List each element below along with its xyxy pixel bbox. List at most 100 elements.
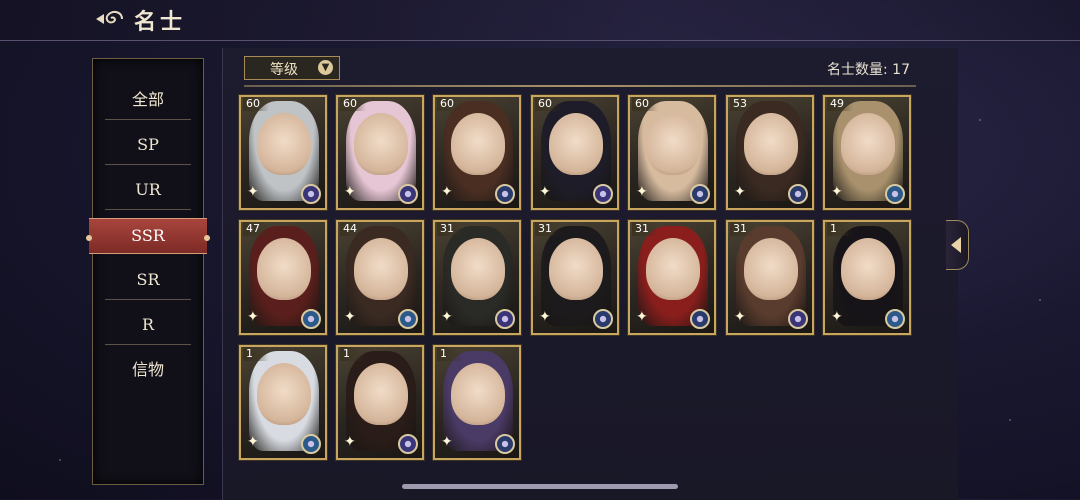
divider bbox=[105, 209, 191, 210]
sparkle-icon: ✦ bbox=[539, 309, 551, 325]
level-label: 1 bbox=[437, 347, 463, 361]
level-label: 60 bbox=[632, 97, 658, 111]
portrait-face bbox=[451, 113, 505, 175]
portrait-face bbox=[257, 113, 311, 175]
sparkle-icon: ✦ bbox=[247, 184, 259, 200]
filter-sp[interactable]: SP bbox=[93, 126, 203, 164]
home-indicator bbox=[402, 484, 678, 489]
top-bar: 名士 bbox=[0, 0, 1080, 41]
level-label: 49 bbox=[827, 97, 853, 111]
chevron-down-icon: ▼ bbox=[318, 60, 333, 75]
level-label: 60 bbox=[243, 97, 269, 111]
character-card[interactable]: ✦ 53 bbox=[726, 95, 814, 210]
level-label: 60 bbox=[437, 97, 463, 111]
level-label: 31 bbox=[632, 222, 658, 236]
filter-ssr[interactable]: SSR bbox=[86, 218, 210, 254]
faction-badge-icon bbox=[593, 309, 613, 329]
faction-badge-icon bbox=[788, 309, 808, 329]
faction-badge-icon bbox=[301, 309, 321, 329]
divider bbox=[105, 164, 191, 165]
page-title: 名士 bbox=[134, 9, 187, 35]
sparkle-icon: ✦ bbox=[734, 309, 746, 325]
portrait-face bbox=[451, 238, 505, 300]
sparkle-icon: ✦ bbox=[247, 309, 259, 325]
portrait-face bbox=[257, 363, 311, 425]
filter-r[interactable]: R bbox=[93, 306, 203, 344]
portrait-face bbox=[744, 113, 798, 175]
level-label: 53 bbox=[730, 97, 756, 111]
faction-badge-icon bbox=[885, 309, 905, 329]
faction-badge-icon bbox=[398, 434, 418, 454]
sparkle-icon: ✦ bbox=[441, 434, 453, 450]
portrait-face bbox=[744, 238, 798, 300]
faction-badge-icon bbox=[690, 184, 710, 204]
level-label: 31 bbox=[437, 222, 463, 236]
filter-all[interactable]: 全部 bbox=[93, 81, 203, 119]
portrait-face bbox=[354, 238, 408, 300]
portrait-face bbox=[646, 113, 700, 175]
portrait-face bbox=[451, 363, 505, 425]
character-card[interactable]: ✦ 47 bbox=[239, 220, 327, 335]
portrait-face bbox=[646, 238, 700, 300]
character-card[interactable]: ✦ 1 bbox=[239, 345, 327, 460]
character-card[interactable]: ✦ 1 bbox=[433, 345, 521, 460]
filter-token[interactable]: 信物 bbox=[93, 351, 203, 389]
character-card[interactable]: ✦ 1 bbox=[823, 220, 911, 335]
faction-badge-icon bbox=[885, 184, 905, 204]
character-card[interactable]: ✦ 31 bbox=[628, 220, 716, 335]
filter-ur[interactable]: UR bbox=[93, 171, 203, 209]
faction-badge-icon bbox=[301, 434, 321, 454]
sparkle-icon: ✦ bbox=[734, 184, 746, 200]
divider bbox=[105, 119, 191, 120]
sparkle-icon: ✦ bbox=[636, 309, 648, 325]
character-card[interactable]: ✦ 60 bbox=[531, 95, 619, 210]
level-label: 31 bbox=[535, 222, 561, 236]
level-label: 47 bbox=[243, 222, 269, 236]
portrait-face bbox=[841, 113, 895, 175]
roster-count: 名士数量: 17 bbox=[827, 62, 910, 78]
faction-badge-icon bbox=[593, 184, 613, 204]
sparkle-icon: ✦ bbox=[344, 309, 356, 325]
portrait-face bbox=[549, 113, 603, 175]
level-label: 60 bbox=[535, 97, 561, 111]
character-card[interactable]: ✦ 31 bbox=[531, 220, 619, 335]
sort-label: 等级 bbox=[270, 62, 298, 78]
divider bbox=[105, 299, 191, 300]
character-card[interactable]: ✦ 60 bbox=[433, 95, 521, 210]
sparkle-icon: ✦ bbox=[441, 309, 453, 325]
rarity-filter-menu: 全部 SP UR SSR SR R 信物 bbox=[86, 58, 210, 485]
faction-badge-icon bbox=[495, 309, 515, 329]
sparkle-icon: ✦ bbox=[344, 434, 356, 450]
portrait-face bbox=[354, 113, 408, 175]
sparkle-icon: ✦ bbox=[636, 184, 648, 200]
faction-badge-icon bbox=[495, 434, 515, 454]
faction-badge-icon bbox=[495, 184, 515, 204]
sparkle-icon: ✦ bbox=[247, 434, 259, 450]
sparkle-icon: ✦ bbox=[441, 184, 453, 200]
collapse-arrow-icon[interactable] bbox=[946, 220, 969, 270]
sort-dropdown[interactable]: 等级 ▼ bbox=[244, 56, 340, 80]
level-label: 60 bbox=[340, 97, 366, 111]
faction-badge-icon bbox=[398, 184, 418, 204]
level-label: 44 bbox=[340, 222, 366, 236]
back-swirl-icon[interactable] bbox=[92, 8, 128, 30]
faction-badge-icon bbox=[398, 309, 418, 329]
character-card[interactable]: ✦ 60 bbox=[239, 95, 327, 210]
faction-badge-icon bbox=[788, 184, 808, 204]
level-label: 1 bbox=[827, 222, 853, 236]
sparkle-icon: ✦ bbox=[539, 184, 551, 200]
toolbar-divider bbox=[244, 85, 916, 87]
character-card[interactable]: ✦ 1 bbox=[336, 345, 424, 460]
faction-badge-icon bbox=[690, 309, 710, 329]
level-label: 31 bbox=[730, 222, 756, 236]
filter-sr[interactable]: SR bbox=[93, 261, 203, 299]
character-card[interactable]: ✦ 60 bbox=[336, 95, 424, 210]
character-card[interactable]: ✦ 31 bbox=[433, 220, 521, 335]
character-card[interactable]: ✦ 31 bbox=[726, 220, 814, 335]
level-label: 1 bbox=[340, 347, 366, 361]
portrait-face bbox=[549, 238, 603, 300]
character-card[interactable]: ✦ 60 bbox=[628, 95, 716, 210]
character-card[interactable]: ✦ 49 bbox=[823, 95, 911, 210]
divider bbox=[105, 344, 191, 345]
character-card[interactable]: ✦ 44 bbox=[336, 220, 424, 335]
